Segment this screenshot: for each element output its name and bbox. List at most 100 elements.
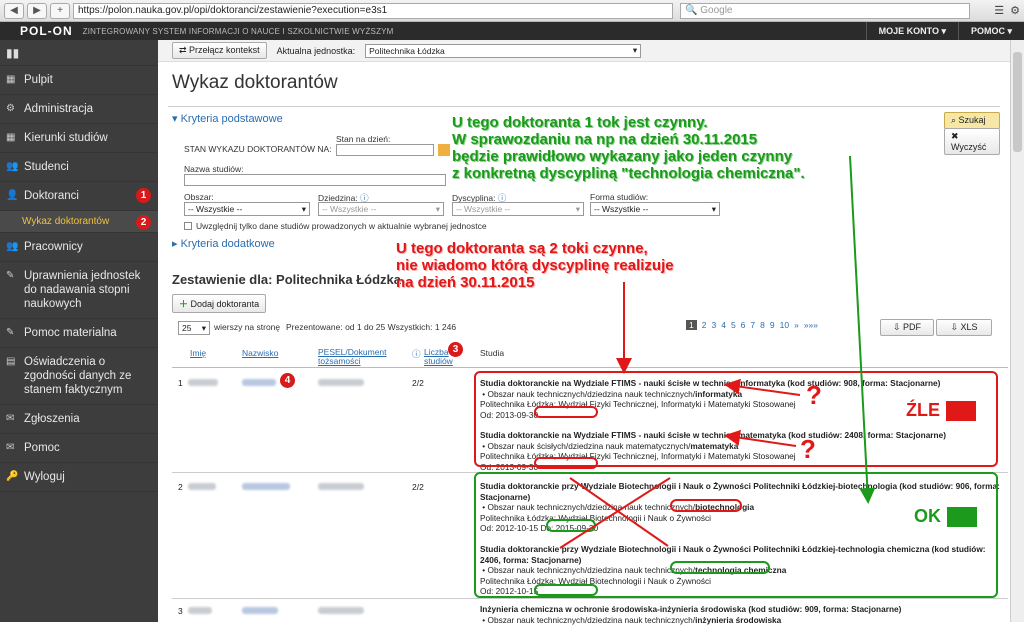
page-9[interactable]: 9 — [770, 320, 775, 330]
page-10[interactable]: 10 — [780, 320, 789, 330]
sidebar-item-pomoc-materialna[interactable]: ✎ Pomoc materialna — [0, 319, 158, 348]
criteria-extra-toggle[interactable]: ▸ Kryteria dodatkowe — [172, 237, 275, 250]
new-tab-icon[interactable]: + — [50, 2, 70, 19]
sidebar-item-oswiadczenia[interactable]: ▤ Oświadczenia o zgodności danych ze stan… — [0, 348, 158, 405]
rows-per-page-select[interactable]: 25 ▾ — [178, 321, 210, 335]
unit-select[interactable]: Politechnika Łódzka ▾ — [365, 43, 642, 58]
page-next[interactable]: » — [794, 320, 799, 330]
col-imie[interactable]: Imię — [190, 348, 206, 358]
col-nazwisko[interactable]: Nazwisko — [242, 348, 278, 358]
obszar-value: -- Wszystkie -- — [188, 204, 243, 214]
nazwa-studiow-label: Nazwa studiów: — [184, 164, 244, 174]
page-2[interactable]: 2 — [702, 320, 707, 330]
sidebar-item-administracja[interactable]: ⚙ Administracja — [0, 95, 158, 124]
page-7[interactable]: 7 — [750, 320, 755, 330]
obszar-select[interactable]: -- Wszystkie -- ▾ — [184, 202, 310, 216]
blurred-last-name-link[interactable] — [242, 379, 276, 386]
red-note-line: U tego doktoranta są 2 toki czynne, — [396, 240, 648, 257]
date-input[interactable] — [336, 144, 434, 156]
page-5[interactable]: 5 — [731, 320, 736, 330]
search-placeholder: Google — [700, 5, 733, 16]
dziedzina-value: -- Wszystkie -- — [322, 204, 377, 214]
forward-icon[interactable]: ▶ — [27, 2, 47, 19]
discipline-oval — [670, 561, 770, 574]
stan-wykazu-label: STAN WYKAZU DOKTORANTÓW NA: — [184, 144, 332, 154]
criteria-basic-toggle[interactable]: ▾ Kryteria podstawowe — [172, 112, 283, 125]
sidebar-item-label: Pracownicy — [24, 241, 83, 253]
forma-label: Forma studiów: — [590, 192, 649, 202]
blurred-pesel — [318, 607, 364, 614]
study-count: 2/2 — [412, 482, 424, 492]
back-icon[interactable]: ◀ — [4, 2, 24, 19]
scrollbar-thumb[interactable] — [1013, 52, 1022, 152]
unit-only-checkbox[interactable] — [184, 222, 192, 230]
page-title: Wykaz doktorantów — [172, 72, 338, 93]
unit-value: Politechnika Łódzka — [369, 45, 445, 56]
pdf-export-button[interactable]: ⇩ PDF — [880, 319, 934, 336]
unit-only-label: Uwzględnij tylko dane studiów prowadzony… — [196, 221, 487, 231]
sidebar-subitem-wykaz[interactable]: Wykaz doktorantów 2 — [0, 211, 158, 233]
sidebar-toggle-icon[interactable]: ▮▮ — [0, 40, 158, 66]
rows-per-page-label: wierszy na stronę — [214, 322, 281, 332]
search-icon: 🔍 — [685, 5, 701, 16]
sidebar-item-kierunki[interactable]: ▦ Kierunki studiów — [0, 124, 158, 153]
table-header: Imię Nazwisko PESEL/Dokument tożsamości … — [172, 342, 1008, 368]
doc-icon: ▤ — [6, 356, 16, 367]
page-8[interactable]: 8 — [760, 320, 765, 330]
grid-icon: ▦ — [6, 132, 16, 143]
blurred-pesel — [318, 483, 364, 490]
sidebar-item-uprawnienia[interactable]: ✎ Uprawnienia jednostek do nadawania stop… — [0, 262, 158, 319]
study-name-input[interactable] — [184, 174, 446, 186]
sidebar-item-pulpit[interactable]: ▦ Pulpit — [0, 66, 158, 95]
blurred-last-name-link[interactable] — [242, 607, 278, 614]
switch-context-button[interactable]: ⇄ Przełącz kontekst — [172, 42, 267, 59]
sidebar-item-label: Uprawnienia jednostek do nadawania stopn… — [24, 270, 141, 310]
sidebar-item-pracownicy[interactable]: 👥 Pracownicy — [0, 233, 158, 262]
browser-search-input[interactable]: 🔍 Google — [680, 2, 970, 19]
search-button-label: Szukaj — [958, 115, 986, 125]
chevron-down-icon: ▾ — [435, 203, 440, 214]
col-studia: Studia — [480, 348, 505, 358]
annotation-badge-3: 3 — [448, 342, 463, 357]
dziedzina-select[interactable]: -- Wszystkie -- ▾ — [318, 202, 444, 216]
scrollbar[interactable] — [1010, 40, 1024, 622]
calendar-icon[interactable] — [438, 144, 450, 156]
row-number: 2 — [178, 482, 183, 492]
sidebar-item-zgloszenia[interactable]: ✉ Zgłoszenia — [0, 405, 158, 434]
study-area: Obszar nauk technicznych/dziedzina nauk … — [487, 614, 696, 625]
logo: POL-ON — [20, 24, 73, 38]
sidebar-item-label: Administracja — [24, 103, 94, 115]
page-menu-icon[interactable]: ☰ — [994, 4, 1004, 17]
page-1[interactable]: 1 — [686, 320, 697, 330]
dyscyplina-select[interactable]: -- Wszystkie -- ▾ — [452, 202, 584, 216]
page-4[interactable]: 4 — [721, 320, 726, 330]
sidebar-item-doktoranci[interactable]: 👤 Doktoranci 1 — [0, 182, 158, 211]
unit-label: Aktualna jednostka: — [276, 45, 356, 56]
row-number: 3 — [178, 606, 183, 616]
clear-button-label: Wyczyść — [951, 142, 987, 152]
context-bar: ⇄ Przełącz kontekst Aktualna jednostka: … — [158, 40, 1010, 62]
tools-icon[interactable]: ⚙ — [1010, 4, 1020, 17]
page-last[interactable]: »»» — [804, 320, 818, 330]
divider — [168, 106, 1000, 107]
blurred-last-name-link[interactable] — [242, 483, 290, 490]
clear-button[interactable]: ✖ Wyczyść — [944, 128, 1000, 155]
forma-select[interactable]: -- Wszystkie -- ▾ — [590, 202, 720, 216]
url-input[interactable]: https://polon.nauka.gov.pl/opi/doktoranc… — [73, 2, 673, 19]
sidebar-item-wyloguj[interactable]: 🔑 Wyloguj — [0, 463, 158, 492]
info-icon[interactable]: ⓘ — [412, 348, 421, 360]
help-menu[interactable]: POMOC ▾ — [957, 22, 1024, 40]
green-note-line: W sprawozdaniu na np na dzień 30.11.2015 — [452, 131, 758, 148]
annotation-badge-2: 2 — [136, 215, 151, 230]
sidebar-item-pomoc[interactable]: ✉ Pomoc — [0, 434, 158, 463]
xls-export-button[interactable]: ⇩ XLS — [936, 319, 992, 336]
green-note-line: będzie prawidłowo wykazany jako jeden cz… — [452, 148, 793, 165]
search-button[interactable]: ⌕ Szukaj — [944, 112, 1000, 129]
page-3[interactable]: 3 — [711, 320, 716, 330]
my-account-menu[interactable]: MOJE KONTO ▾ — [865, 22, 958, 40]
app-subtitle: ZINTEGROWANY SYSTEM INFORMACJI O NAUCE I… — [82, 26, 394, 36]
page-6[interactable]: 6 — [741, 320, 746, 330]
add-doctoral-student-button[interactable]: ＋ Dodaj doktoranta — [172, 294, 267, 313]
sidebar-item-studenci[interactable]: 👥 Studenci — [0, 153, 158, 182]
col-pesel[interactable]: PESEL/Dokument tożsamości — [318, 348, 388, 366]
